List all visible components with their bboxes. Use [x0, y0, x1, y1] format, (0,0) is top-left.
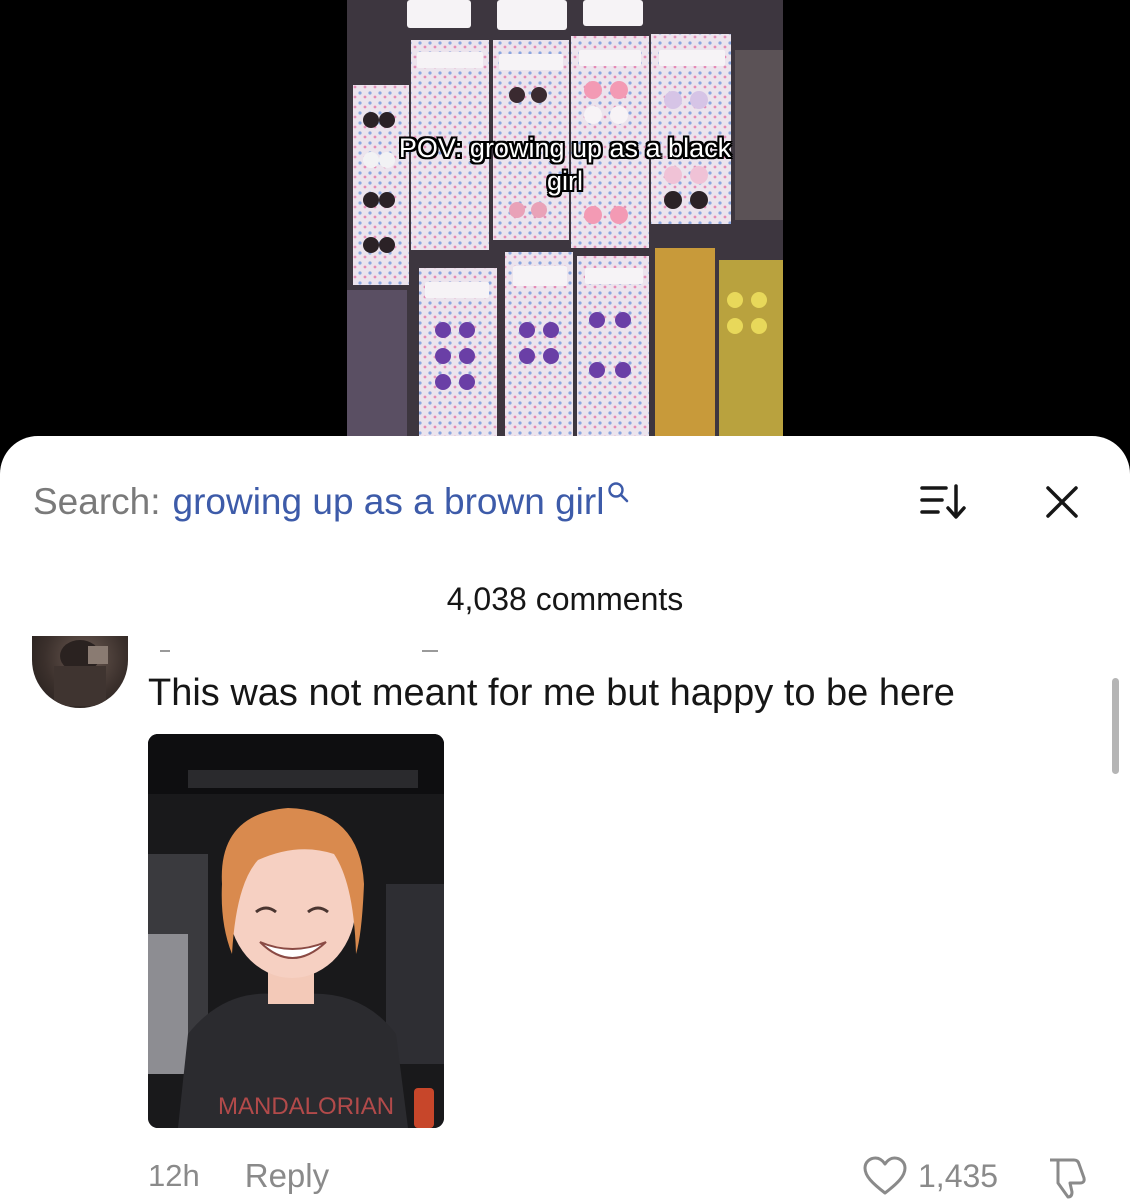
- video-frame: POV: growing up as a black girl: [347, 0, 783, 460]
- video-caption: POV: growing up as a black girl: [398, 133, 732, 196]
- close-icon: [1046, 486, 1078, 518]
- video-scene-image: [347, 0, 783, 460]
- search-query-link[interactable]: growing up as a brown girl: [173, 481, 605, 523]
- scrollbar[interactable]: [1112, 678, 1119, 774]
- username-placeholder: [160, 650, 438, 652]
- search-suggestion[interactable]: Search: growing up as a brown girl: [33, 480, 630, 524]
- like-count: 1,435: [918, 1157, 999, 1194]
- close-button[interactable]: [1042, 482, 1082, 522]
- video-player[interactable]: POV: growing up as a black girl: [0, 0, 1130, 460]
- reply-button[interactable]: Reply: [245, 1157, 329, 1195]
- comment-timestamp: 12h: [148, 1158, 200, 1193]
- like-button[interactable]: 1,435: [862, 1154, 998, 1198]
- comments-sheet: Search: growing up as a brown girl 4,038…: [0, 436, 1130, 1200]
- svg-text:MANDALORIAN: MANDALORIAN: [218, 1093, 394, 1120]
- search-icon[interactable]: [606, 480, 630, 504]
- comment-photo[interactable]: MANDALORIAN: [148, 734, 444, 1128]
- comment-text: This was not meant for me but happy to b…: [148, 672, 955, 714]
- avatar[interactable]: [32, 636, 128, 708]
- comment-meta: 12h Reply: [148, 1156, 329, 1196]
- dislike-button[interactable]: [1044, 1156, 1090, 1200]
- comment-count: 4,038 comments: [446, 581, 684, 617]
- sort-button[interactable]: [918, 482, 970, 522]
- heart-icon: [863, 1156, 907, 1195]
- sort-icon: [920, 484, 966, 519]
- thumbs-down-icon: [1050, 1158, 1086, 1199]
- search-prefix: Search:: [33, 481, 161, 522]
